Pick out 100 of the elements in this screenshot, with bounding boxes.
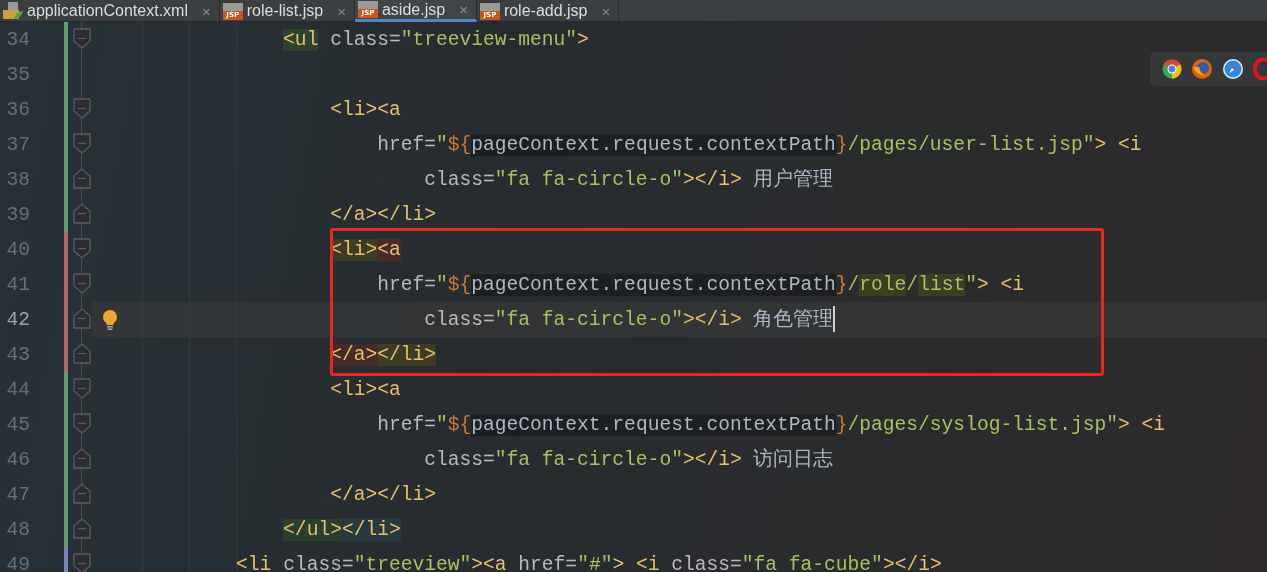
- code-token: </a></li>: [329, 483, 436, 506]
- line-number: 35: [5, 63, 31, 86]
- code-token: "#": [577, 553, 613, 572]
- line-number: 47: [5, 483, 31, 506]
- line-number: 41: [5, 273, 31, 296]
- code-token: /pages/user-list.jsp": [847, 133, 1095, 156]
- fold-marker-icon[interactable]: [73, 28, 91, 50]
- compass-icon[interactable]: [1222, 58, 1244, 80]
- code-token: </li>: [341, 518, 401, 541]
- code-token: "fa fa-circle-o": [494, 168, 683, 191]
- change-marker[interactable]: [64, 92, 68, 127]
- code-token: ${: [447, 273, 472, 296]
- code-token: class=: [423, 168, 495, 191]
- code-token: ><a: [471, 553, 507, 572]
- code-token: ": [435, 413, 448, 436]
- code-token: </a></li>: [329, 203, 436, 226]
- code-token: > <i: [1118, 413, 1166, 436]
- code-token: pageContext.request.contextPath: [471, 273, 836, 296]
- code-token: > <i: [612, 553, 660, 572]
- code-token: <li: [235, 553, 272, 572]
- code-token: ></i>: [682, 168, 742, 191]
- change-marker[interactable]: [64, 372, 68, 407]
- editor-tab[interactable]: applicationContext.xml ×: [0, 0, 220, 22]
- code-token: /: [847, 273, 860, 296]
- code-token: /: [906, 273, 919, 296]
- code-token: }: [835, 133, 848, 156]
- line-number: 37: [5, 133, 31, 156]
- code-token: </ul>: [282, 518, 342, 541]
- code-token: >: [577, 28, 589, 51]
- code-token: <ul: [282, 28, 319, 51]
- fox-globe-icon[interactable]: [1191, 58, 1213, 80]
- fold-marker-icon[interactable]: [73, 273, 91, 295]
- change-marker[interactable]: [64, 407, 68, 442]
- code-token: "fa fa-circle-o": [494, 308, 683, 331]
- code-token: href=: [376, 413, 436, 436]
- line-number: 39: [5, 203, 31, 226]
- change-marker[interactable]: [64, 162, 68, 197]
- fold-marker-icon[interactable]: [73, 413, 91, 435]
- change-marker[interactable]: [64, 477, 68, 512]
- code-token: ": [435, 273, 448, 296]
- code-token: class=: [329, 28, 401, 51]
- code-token: ": [965, 273, 977, 296]
- fold-marker-icon[interactable]: [73, 483, 91, 505]
- change-marker[interactable]: [64, 127, 68, 162]
- fold-marker-icon[interactable]: [73, 133, 91, 155]
- code-token: "treeview-menu": [400, 28, 578, 51]
- change-marker[interactable]: [64, 232, 68, 267]
- code-token: class=: [423, 308, 495, 331]
- change-marker[interactable]: [64, 267, 68, 302]
- fold-marker-icon[interactable]: [73, 343, 91, 365]
- code-token: href=: [376, 273, 436, 296]
- line-number: 45: [5, 413, 31, 436]
- line-number: 38: [5, 168, 31, 191]
- chrome-style-icon[interactable]: [1162, 59, 1182, 79]
- code-token: ></i>: [682, 448, 742, 471]
- change-marker[interactable]: [64, 197, 68, 232]
- code-token: role: [859, 273, 907, 296]
- code-token: <li><a: [329, 98, 401, 121]
- fold-marker-icon[interactable]: [73, 98, 91, 120]
- code-token: 访问日志: [752, 448, 834, 471]
- change-marker[interactable]: [64, 512, 68, 547]
- code-token: "treeview": [353, 553, 472, 572]
- code-token: class=: [423, 448, 495, 471]
- line-number: 48: [5, 518, 31, 541]
- change-marker[interactable]: [64, 302, 68, 337]
- code-token: }: [835, 273, 848, 296]
- change-marker[interactable]: [64, 57, 68, 92]
- change-marker[interactable]: [64, 547, 68, 572]
- fold-marker-icon[interactable]: [73, 553, 91, 572]
- change-marker[interactable]: [64, 22, 68, 57]
- code-token: ${: [447, 133, 472, 156]
- code-token: class=: [282, 553, 354, 572]
- fold-marker-icon[interactable]: [73, 518, 91, 540]
- code-token: href=: [517, 553, 578, 572]
- code-token: /pages/syslog-list.jsp": [847, 413, 1118, 436]
- line-number: 46: [5, 448, 31, 471]
- fold-marker-icon[interactable]: [73, 308, 91, 330]
- code-token: "fa fa-circle-o": [494, 448, 683, 471]
- fold-marker-icon[interactable]: [73, 168, 91, 190]
- xml-file-icon: [3, 2, 23, 20]
- change-marker[interactable]: [64, 337, 68, 372]
- code-token: class=: [670, 553, 742, 572]
- code-token: ></i>: [682, 308, 742, 331]
- code-token: ></i>: [882, 553, 942, 572]
- fold-marker-icon[interactable]: [73, 203, 91, 225]
- fold-marker-icon[interactable]: [73, 238, 91, 260]
- code-token: pageContext.request.contextPath: [471, 413, 836, 436]
- code-token: href=: [376, 133, 436, 156]
- code-token: > <i: [976, 273, 1024, 296]
- fold-marker-icon[interactable]: [73, 378, 91, 400]
- lightbulb-icon[interactable]: [102, 308, 118, 331]
- code-token: }: [835, 413, 848, 436]
- fold-marker-icon[interactable]: [73, 448, 91, 470]
- line-number: 42: [5, 308, 31, 331]
- code-token: </li>: [377, 343, 436, 366]
- code-token: pageContext.request.contextPath: [471, 133, 836, 156]
- code-token: <a: [377, 238, 401, 261]
- code-token: 角色管理: [752, 308, 834, 331]
- change-marker[interactable]: [64, 442, 68, 477]
- code-token: > <i: [1094, 133, 1142, 156]
